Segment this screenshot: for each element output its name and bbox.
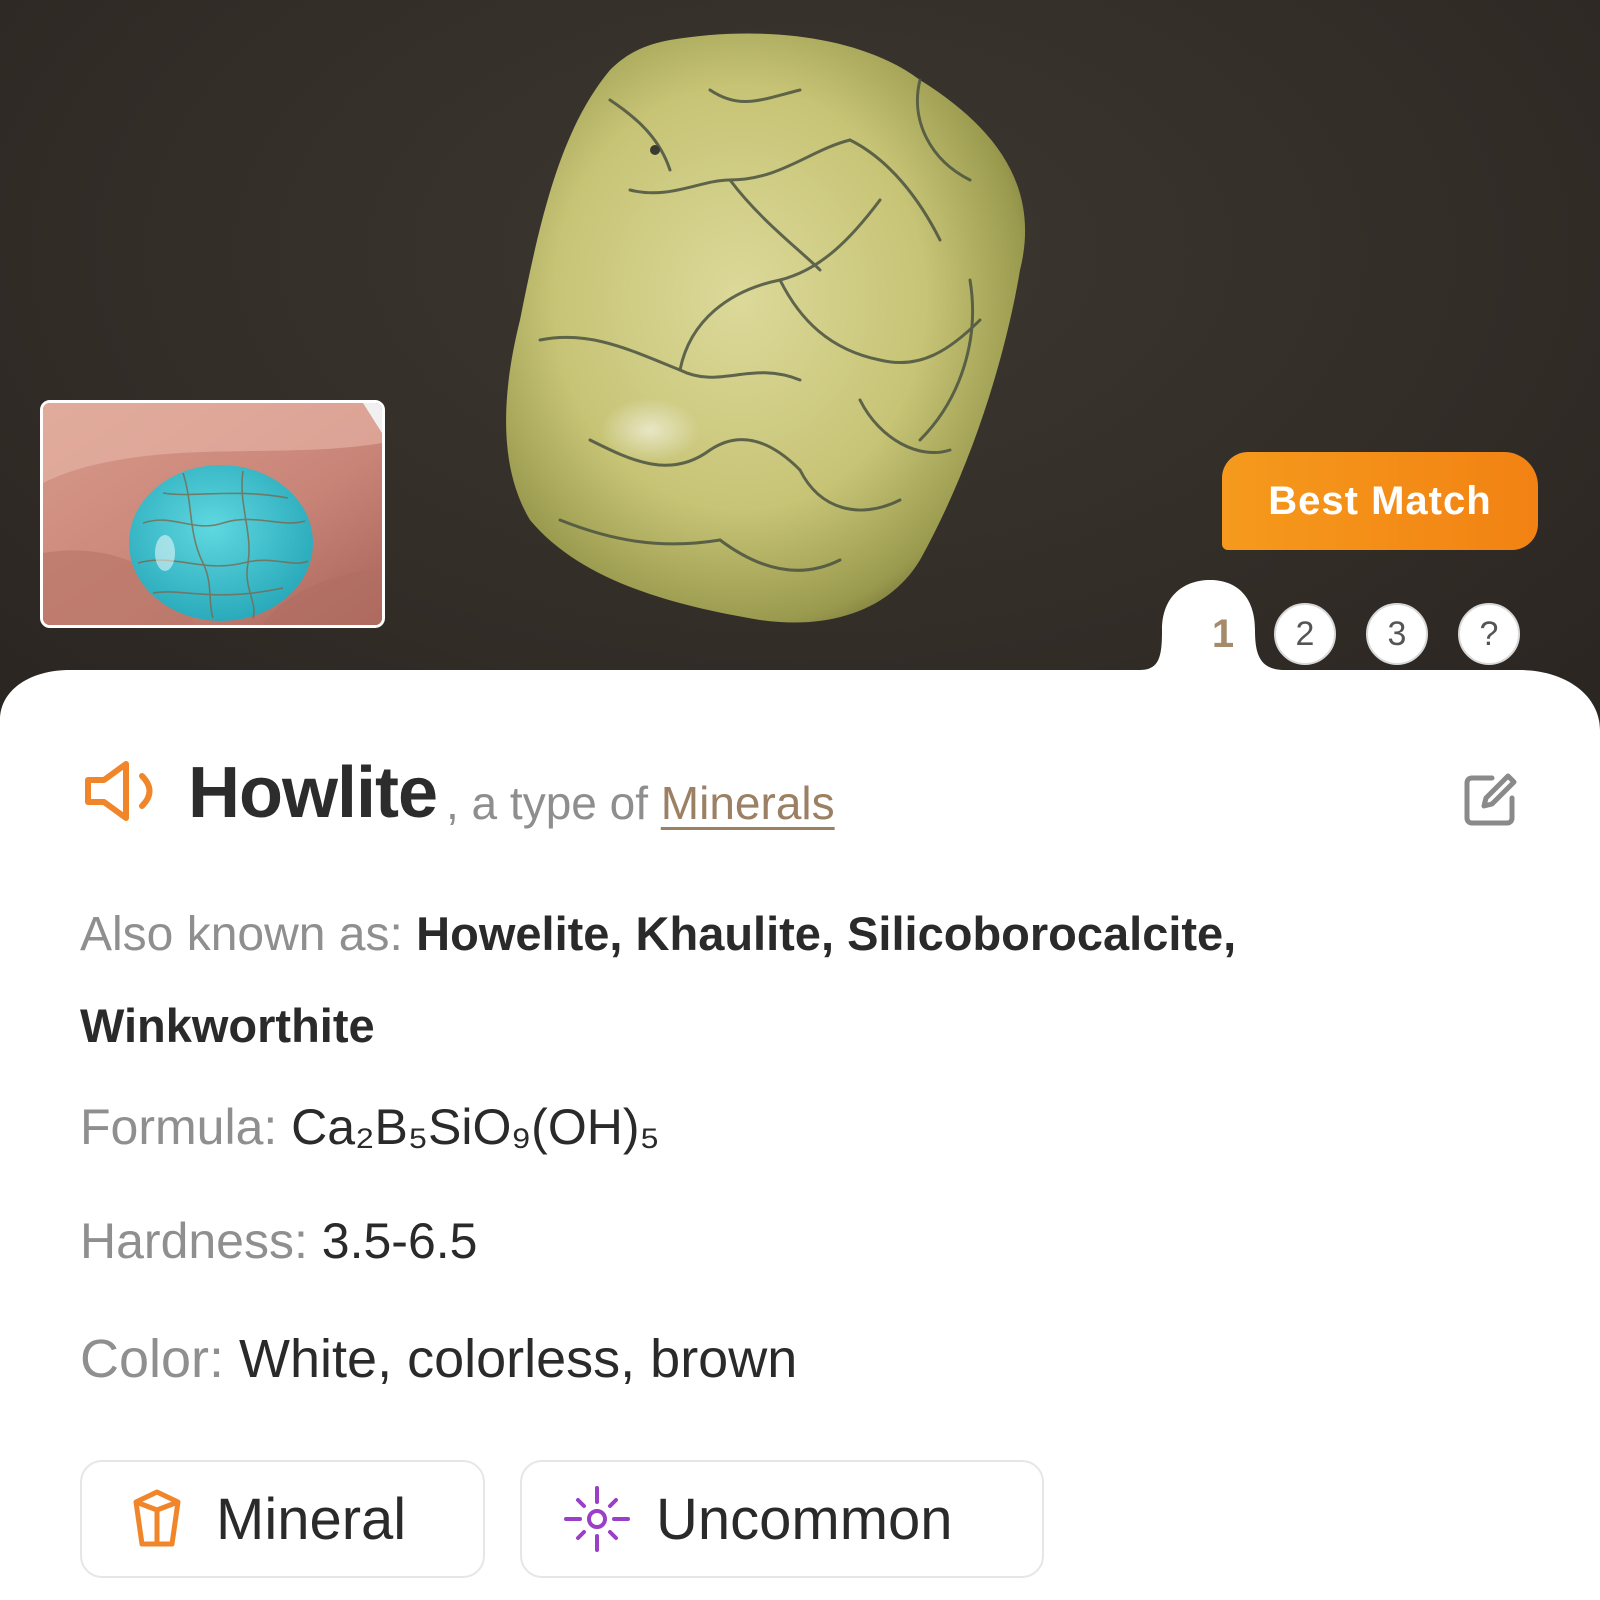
- hardness-row: Hardness: 3.5-6.5: [80, 1212, 477, 1270]
- aka-row-continued: Winkworthite: [80, 998, 375, 1054]
- chip-mineral-label: Mineral: [216, 1486, 407, 1552]
- best-match-badge: Best Match: [1222, 452, 1538, 550]
- color-value: White, colorless, brown: [239, 1329, 798, 1389]
- tab-match-3[interactable]: 3: [1366, 603, 1428, 665]
- crystal-icon: [133, 1489, 181, 1547]
- result-card: [0, 580, 1600, 1600]
- aka-values-continued: Winkworthite: [80, 999, 375, 1052]
- aka-values: Howelite, Khaulite, Silicoborocalcite,: [416, 907, 1237, 960]
- sparkle-icon: [564, 1486, 630, 1552]
- hardness-label: Hardness:: [80, 1213, 322, 1269]
- type-link-minerals[interactable]: Minerals: [661, 777, 835, 829]
- formula-value: Ca₂B₅SiO₉(OH)₅: [291, 1099, 660, 1155]
- chip-mineral[interactable]: Mineral: [80, 1460, 485, 1578]
- aka-label: Also known as:: [80, 908, 417, 961]
- chip-uncommon-label: Uncommon: [656, 1486, 953, 1552]
- match-tabs: 1 2 3 ?: [1160, 600, 1560, 668]
- aka-row: Also known as: Howelite, Khaulite, Silic…: [80, 906, 1236, 962]
- stone-name: Howlite: [188, 753, 438, 833]
- stone-type: , a type of Minerals: [446, 776, 835, 830]
- chip-uncommon[interactable]: Uncommon: [520, 1460, 1044, 1578]
- edit-icon[interactable]: [1462, 770, 1520, 828]
- type-prefix: , a type of: [446, 777, 661, 829]
- tab-match-2[interactable]: 2: [1274, 603, 1336, 665]
- tab-match-1[interactable]: 1: [1192, 603, 1254, 665]
- hardness-value: 3.5-6.5: [321, 1213, 478, 1269]
- main-stone-photo: [506, 33, 1026, 623]
- tab-match-unknown[interactable]: ?: [1458, 603, 1520, 665]
- color-row: Color: White, colorless, brown: [80, 1328, 797, 1390]
- color-label: Color:: [80, 1329, 240, 1389]
- speaker-icon[interactable]: [82, 758, 164, 824]
- formula-label: Formula:: [80, 1099, 292, 1155]
- formula-row: Formula: Ca₂B₅SiO₉(OH)₅: [80, 1098, 660, 1156]
